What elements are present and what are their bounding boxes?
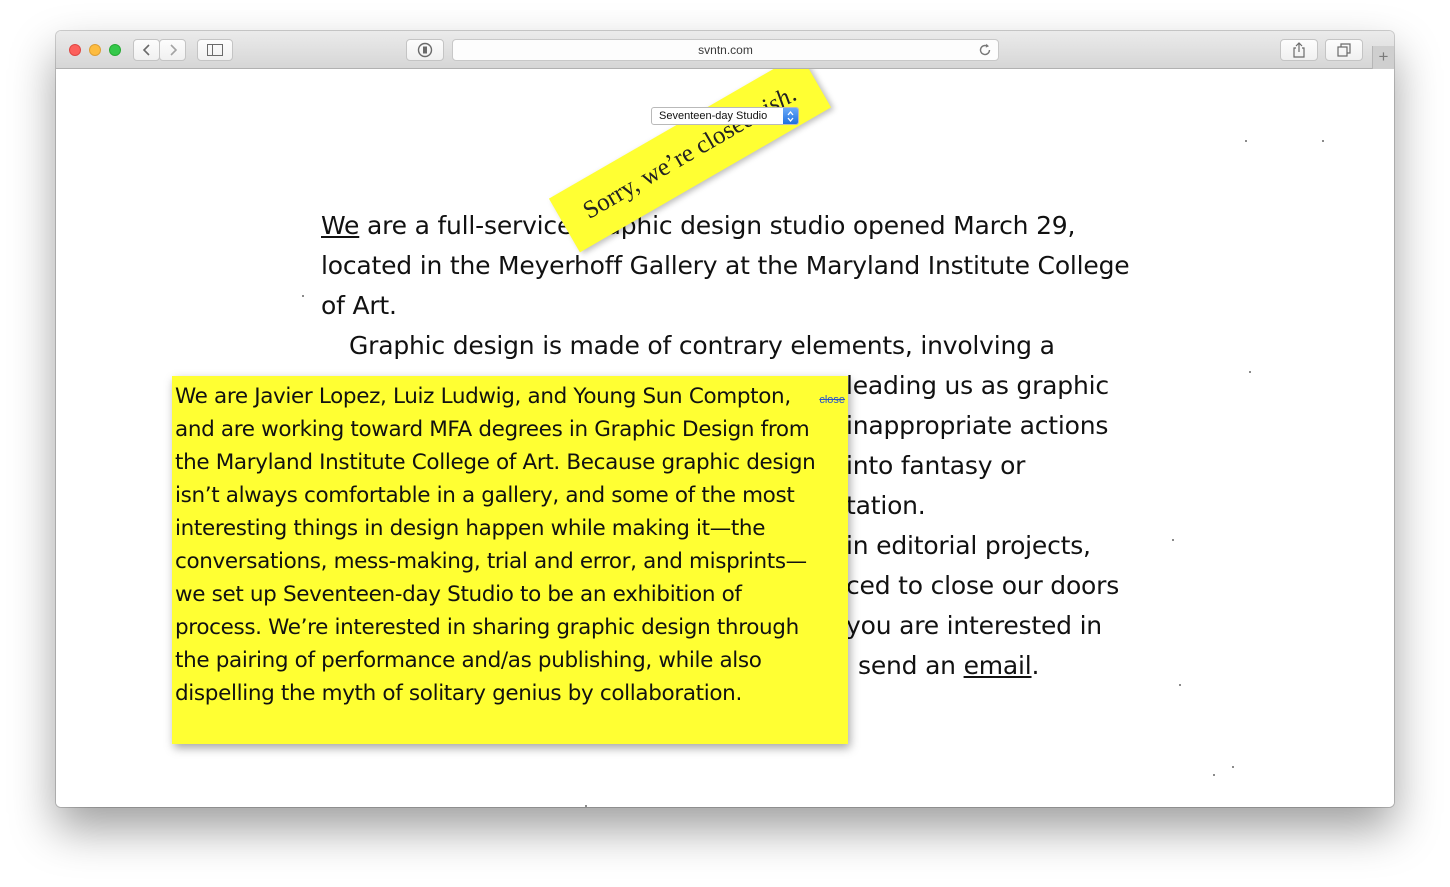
studio-select-value: Seventeen-day Studio	[659, 110, 768, 122]
fragment-line-8-text: send an	[858, 651, 964, 680]
back-button[interactable]	[133, 39, 160, 61]
about-card: close We are Javier Lopez, Luiz Ludwig, …	[172, 376, 848, 744]
speck	[1213, 774, 1215, 776]
email-link[interactable]: email	[964, 651, 1032, 680]
speck	[1245, 140, 1247, 142]
we-link[interactable]: We	[321, 211, 359, 240]
speck	[302, 295, 304, 297]
fragment-line-6: ced to close our doors	[846, 571, 1120, 600]
reload-icon[interactable]	[978, 43, 992, 62]
close-window-button[interactable]	[69, 44, 81, 56]
intro-text: We are a full-service graphic design stu…	[321, 206, 1151, 366]
speck	[1172, 539, 1174, 541]
about-card-text: We are Javier Lopez, Luiz Ludwig, and Yo…	[175, 384, 816, 706]
intro-paragraph-1: We are a full-service graphic design stu…	[321, 206, 1151, 326]
address-bar[interactable]: svntn.com	[452, 39, 999, 61]
browser-window: svntn.com + Seventeen-day Studio Sorry, …	[56, 31, 1394, 807]
sidebar-icon	[207, 44, 223, 56]
fragment-line-4: tation.	[846, 491, 926, 520]
speck	[1249, 371, 1251, 373]
speck	[585, 805, 587, 807]
speck	[1179, 684, 1181, 686]
intro-paragraph-2: Graphic design is made of contrary eleme…	[349, 331, 1055, 360]
reader-icon	[417, 42, 433, 58]
tabs-overview-button[interactable]	[1325, 39, 1363, 61]
browser-toolbar: svntn.com +	[56, 31, 1394, 69]
minimize-window-button[interactable]	[89, 44, 101, 56]
back-icon	[142, 44, 152, 56]
intro-paragraph-1-text: are a full-service graphic design studio…	[321, 211, 1130, 320]
reader-button[interactable]	[406, 39, 444, 61]
page-content: Seventeen-day Studio Sorry, we’re closed…	[56, 69, 1394, 807]
about-card-close-link[interactable]: close	[819, 384, 845, 417]
share-icon	[1292, 42, 1306, 58]
share-button[interactable]	[1280, 39, 1318, 61]
studio-select[interactable]: Seventeen-day Studio	[651, 107, 799, 125]
fragment-line-5: in editorial projects,	[846, 531, 1091, 560]
forward-button[interactable]	[159, 39, 186, 61]
tabs-icon	[1337, 43, 1351, 57]
url-text: svntn.com	[698, 43, 753, 57]
fragment-line-3: into fantasy or	[846, 451, 1026, 480]
fragment-line-8-tail: .	[1031, 651, 1040, 680]
speck	[1322, 140, 1324, 142]
fragment-line-1: leading us as graphic	[846, 371, 1109, 400]
select-arrows-icon	[783, 108, 798, 124]
new-tab-button[interactable]: +	[1372, 46, 1394, 69]
intro-visible-fragments: leading us as graphic inappropriate acti…	[846, 366, 1146, 686]
speck	[1232, 766, 1234, 768]
fragment-line-8: send an email.	[846, 646, 1146, 686]
sidebar-button[interactable]	[197, 39, 233, 61]
zoom-window-button[interactable]	[109, 44, 121, 56]
forward-icon	[168, 44, 178, 56]
fragment-line-7: you are interested in	[846, 611, 1102, 640]
fragment-line-2: inappropriate actions	[846, 411, 1109, 440]
